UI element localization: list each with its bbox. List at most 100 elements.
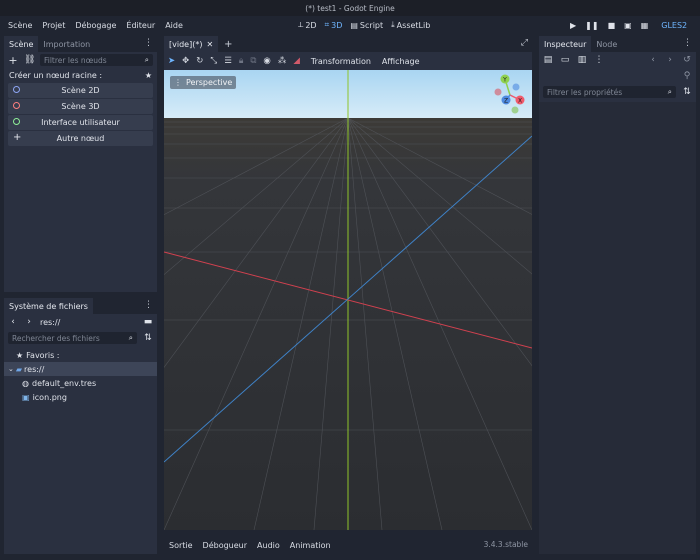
workspace-script-tab[interactable]: ▤ Script <box>350 21 383 30</box>
filter-nodes-placeholder: Filtrer les nœuds <box>44 55 107 65</box>
search-icon: ⌕ <box>667 87 672 96</box>
history-back-icon[interactable]: ‹ <box>648 55 658 65</box>
save-resource-icon[interactable]: ▥ <box>577 55 587 65</box>
neg-y-axis-handle[interactable] <box>511 106 519 114</box>
dock-menu-icon[interactable]: ⋮ <box>144 38 153 48</box>
pause-icon[interactable]: ❚❚ <box>585 21 598 30</box>
control-icon <box>13 118 20 125</box>
resource-menu-icon[interactable]: ⋮ <box>594 55 604 65</box>
play-scene-icon[interactable]: ▣ <box>624 21 632 30</box>
forward-icon[interactable]: › <box>24 317 34 327</box>
tab-scene[interactable]: Scène <box>4 36 39 52</box>
workspace-2d-label: 2D <box>305 20 317 30</box>
file-row[interactable]: ◍ default_env.tres <box>4 376 157 390</box>
2d-icon: ⟂ <box>298 20 304 29</box>
window-title-bar: (*) test1 - Godot Engine <box>0 0 700 16</box>
menu-editor[interactable]: Éditeur <box>121 21 160 30</box>
filesystem-path-row: ‹ › res:// ▬ <box>4 314 157 330</box>
menu-bar: Scène Projet Débogage Éditeur Aide ⟂ 2D ⌗… <box>0 16 700 34</box>
play-controls: ▶ ❚❚ ■ ▣ ▦ GLES2 <box>570 16 687 34</box>
back-icon[interactable]: ‹ <box>8 317 18 327</box>
tab-audio[interactable]: Audio <box>257 541 280 550</box>
favorites-row[interactable]: ★ Favoris : <box>4 348 157 362</box>
node2d-icon <box>13 86 20 93</box>
neg-x-axis-handle[interactable] <box>494 88 502 96</box>
scene-3d-button[interactable]: Scène 3D <box>8 99 153 114</box>
other-node-button[interactable]: + Autre nœud <box>8 131 153 146</box>
filter-properties-input[interactable]: Filtrer les propriétés ⌕ <box>543 86 676 98</box>
menu-scene[interactable]: Scène <box>3 21 37 30</box>
tab-import[interactable]: Importation <box>38 36 95 52</box>
search-icon: ⌕ <box>144 55 149 64</box>
group-icon[interactable]: ⧉ <box>250 56 256 66</box>
camera-preview-icon[interactable]: ◢ <box>293 56 300 66</box>
history-forward-icon[interactable]: › <box>665 55 675 65</box>
view-menu[interactable]: Affichage <box>382 57 420 66</box>
new-resource-icon[interactable]: ▤ <box>543 55 553 65</box>
play-custom-scene-icon[interactable]: ▦ <box>641 21 649 30</box>
instance-link-icon[interactable]: ⛓ <box>24 55 35 65</box>
dock-menu-icon[interactable]: ⋮ <box>683 38 692 48</box>
distraction-free-icon[interactable]: ⤢ <box>521 38 528 48</box>
split-view-icon[interactable]: ▬ <box>143 317 153 327</box>
list-select-icon[interactable]: ☰ <box>224 56 232 66</box>
file-row[interactable]: ▣ icon.png <box>4 390 157 404</box>
transform-menu[interactable]: Transformation <box>311 57 371 66</box>
scale-tool-icon[interactable]: ⤡ <box>210 56 217 66</box>
search-icon: ⌕ <box>128 333 133 342</box>
3d-icon: ⌗ <box>324 20 330 29</box>
sort-icon[interactable]: ⇅ <box>143 333 153 343</box>
new-scene-tab-icon[interactable]: + <box>224 39 232 50</box>
lock-icon[interactable]: 🔒︎ <box>239 56 244 66</box>
filter-properties-placeholder: Filtrer les propriétés <box>547 87 623 97</box>
inspector-object-row: ⚲ <box>539 68 696 84</box>
res-folder-row[interactable]: ⌄ ▰ res:// <box>4 362 157 376</box>
workspace-assetlib-tab[interactable]: ⤓ AssetLib <box>391 20 430 30</box>
perspective-menu[interactable]: ⋮ Perspective <box>170 76 237 89</box>
path-field[interactable]: res:// <box>40 318 137 327</box>
bottom-panel-bar: Sortie Débogueur Audio Animation 3.4.3.s… <box>164 536 532 554</box>
move-tool-icon[interactable]: ✥ <box>182 56 189 66</box>
kebab-icon: ⋮ <box>174 78 182 87</box>
workspace-2d-tab[interactable]: ⟂ 2D <box>298 20 317 30</box>
search-files-input[interactable]: Rechercher des fichiers ⌕ <box>8 332 137 344</box>
renderer-select[interactable]: GLES2 <box>661 21 687 30</box>
play-icon[interactable]: ▶ <box>570 21 576 30</box>
3d-viewport[interactable]: ⋮ Perspective Y X Z <box>164 70 532 530</box>
axis-gizmo[interactable]: Y X Z <box>489 74 531 114</box>
select-tool-icon[interactable]: ➤ <box>168 56 175 66</box>
rotate-tool-icon[interactable]: ↻ <box>196 56 203 66</box>
load-resource-icon[interactable]: ▭ <box>560 55 570 65</box>
user-interface-button[interactable]: Interface utilisateur <box>8 115 153 130</box>
object-menu-icon[interactable]: ⚲ <box>682 71 692 81</box>
favorite-star-icon[interactable]: ★ <box>145 71 152 80</box>
tab-output[interactable]: Sortie <box>169 541 193 550</box>
stop-icon[interactable]: ■ <box>608 21 616 30</box>
scene-tab[interactable]: [vide](*) ✕ <box>164 36 219 52</box>
property-options-icon[interactable]: ⇅ <box>682 87 692 97</box>
tab-node[interactable]: Node <box>591 36 622 52</box>
neg-z-axis-handle[interactable] <box>512 83 520 91</box>
tab-debugger[interactable]: Débogueur <box>203 541 247 550</box>
tab-animation[interactable]: Animation <box>290 541 331 550</box>
local-space-icon[interactable]: ◉ <box>263 56 270 66</box>
filesystem-tabs: Système de fichiers ⋮ <box>4 298 157 314</box>
filter-nodes-input[interactable]: Filtrer les nœuds ⌕ <box>40 54 153 66</box>
workspace-3d-tab[interactable]: ⌗ 3D <box>325 20 343 30</box>
res-folder-label: res:// <box>24 364 45 374</box>
snap-icon[interactable]: ⁂ <box>278 56 287 66</box>
tab-filesystem[interactable]: Système de fichiers <box>4 298 93 314</box>
dock-menu-icon[interactable]: ⋮ <box>144 300 153 310</box>
history-icon[interactable]: ↺ <box>682 55 692 65</box>
menu-help[interactable]: Aide <box>160 21 188 30</box>
add-node-icon[interactable]: + <box>8 54 18 67</box>
tab-inspector[interactable]: Inspecteur <box>539 36 592 52</box>
scene-dock: Scène Importation ⋮ + ⛓ Filtrer les nœud… <box>4 36 157 292</box>
file-label: default_env.tres <box>31 378 97 388</box>
folder-icon: ▰ <box>15 364 23 374</box>
menu-project[interactable]: Projet <box>37 21 70 30</box>
close-icon[interactable]: ✕ <box>206 40 213 49</box>
window-title: (*) test1 - Godot Engine <box>305 3 395 13</box>
menu-debug[interactable]: Débogage <box>70 21 121 30</box>
scene-2d-button[interactable]: Scène 2D <box>8 83 153 98</box>
